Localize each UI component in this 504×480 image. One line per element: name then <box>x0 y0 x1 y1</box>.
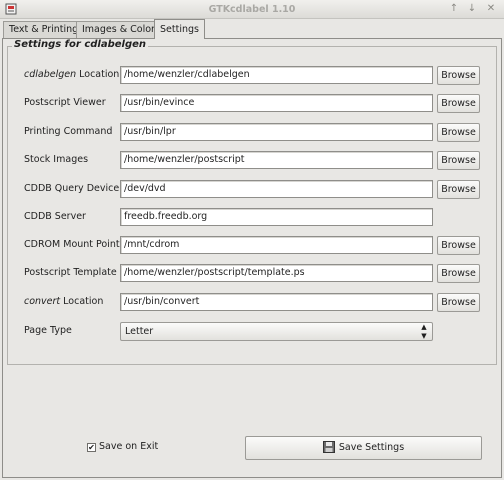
maximize-button[interactable]: ↓ <box>465 2 479 16</box>
page-type-label: Page Type <box>24 325 72 336</box>
cddb-server-input[interactable]: freedb.freedb.org <box>120 208 433 226</box>
cdrom-mount-point-input[interactable]: /mnt/cdrom <box>120 236 433 254</box>
cdlabelgen-location-browse-button[interactable]: Browse <box>437 66 480 85</box>
postscript-template-label: Postscript Template <box>24 267 117 278</box>
updown-arrows-icon: ▲ ▼ <box>421 323 427 340</box>
settings-frame-title: Settings for cdlabelgen <box>12 39 149 51</box>
cdrom-mount-point-browse-button[interactable]: Browse <box>437 236 480 255</box>
convert-location-browse-button[interactable]: Browse <box>437 293 480 312</box>
cddb-query-device-input[interactable]: /dev/dvd <box>120 180 433 198</box>
tab-images-colors[interactable]: Images & Colors <box>76 21 166 38</box>
close-button[interactable]: ✕ <box>484 2 498 16</box>
printing-command-browse-button[interactable]: Browse <box>437 123 480 142</box>
postscript-viewer-label: Postscript Viewer <box>24 97 106 108</box>
minimize-button[interactable]: ↑ <box>447 2 461 16</box>
cddb-server-label: CDDB Server <box>24 211 86 222</box>
stock-images-label: Stock Images <box>24 154 89 165</box>
stock-images-input[interactable]: /home/wenzler/postscript <box>120 151 433 169</box>
save-on-exit-checkbox[interactable]: ✔ <box>87 443 96 452</box>
convert-location-input[interactable]: /usr/bin/convert <box>120 293 433 311</box>
tab-text-printing[interactable]: Text & Printing <box>3 21 85 38</box>
save-settings-button[interactable]: Save Settings <box>245 436 482 460</box>
window-title: GTKcdlabel 1.10 <box>208 4 296 15</box>
convert-location-label: convert Location <box>24 296 104 307</box>
save-settings-label: Save Settings <box>338 442 405 453</box>
cdlabelgen-location-input[interactable]: /home/wenzler/cdlabelgen <box>120 66 433 84</box>
save-on-exit-label[interactable]: Save on Exit <box>99 439 158 455</box>
cdlabelgen-location-label: cdlabelgen Location <box>24 69 120 80</box>
postscript-viewer-input[interactable]: /usr/bin/evince <box>120 94 433 112</box>
postscript-template-browse-button[interactable]: Browse <box>437 264 480 283</box>
cddb-query-device-label: CDDB Query Device <box>24 183 120 194</box>
printing-command-label: Printing Command <box>24 126 113 137</box>
cdrom-mount-point-label: CDROM Mount Point <box>24 239 120 250</box>
cddb-query-device-browse-button[interactable]: Browse <box>437 180 480 199</box>
floppy-disk-icon <box>322 440 335 453</box>
page-type-select[interactable]: Letter ▲ ▼ <box>120 322 433 341</box>
stock-images-browse-button[interactable]: Browse <box>437 151 480 170</box>
printing-command-input[interactable]: /usr/bin/lpr <box>120 123 433 141</box>
tab-settings[interactable]: Settings <box>154 19 205 39</box>
page-type-value: Letter <box>125 326 154 337</box>
postscript-template-input[interactable]: /home/wenzler/postscript/template.ps <box>120 264 433 282</box>
postscript-viewer-browse-button[interactable]: Browse <box>437 94 480 113</box>
